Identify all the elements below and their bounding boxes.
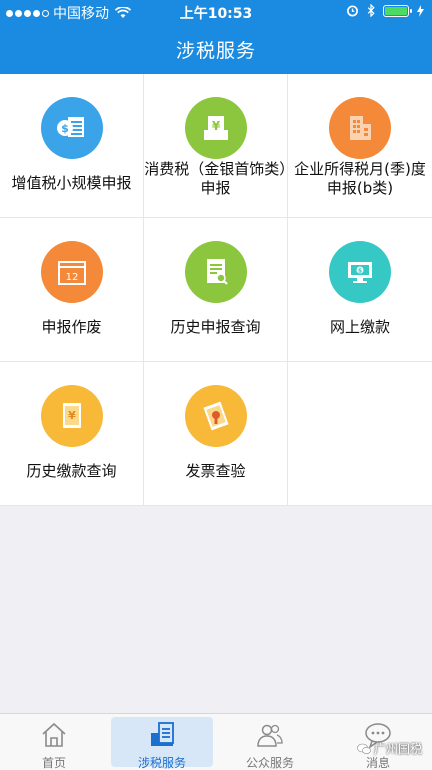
watermark: 广州国税 <box>357 740 422 757</box>
tab-tax-service[interactable]: 涉税服务 <box>108 714 216 770</box>
tab-home[interactable]: 首页 <box>0 714 108 770</box>
people-icon <box>257 724 283 747</box>
page-title: 涉税服务 <box>175 40 256 62</box>
service-label: 历史缴款查询 <box>26 462 117 480</box>
svg-text:$: $ <box>358 268 362 275</box>
invoice-stamp-icon <box>185 385 247 447</box>
wechat-icon <box>357 743 371 754</box>
service-vat-small-scale[interactable]: $ 增值税小规模申报 <box>0 74 144 218</box>
service-history-payment[interactable]: ¥ 历史缴款查询 <box>0 362 144 506</box>
home-icon <box>42 722 66 747</box>
service-online-payment[interactable]: $ 网上缴款 <box>288 218 432 362</box>
svg-text:¥: ¥ <box>68 409 76 422</box>
yen-tray-icon: ¥ <box>185 97 247 159</box>
coin-document-icon: $ <box>41 97 103 159</box>
calendar-icon: 12 <box>41 241 103 303</box>
service-consumption-tax[interactable]: ¥ 消费税（金银首饰类）申报 <box>144 74 288 218</box>
svg-text:¥: ¥ <box>212 119 221 133</box>
status-bar: 中国移动 上午10:53 <box>0 0 432 24</box>
service-label: 历史申报查询 <box>170 318 261 336</box>
service-label: 发票查验 <box>185 462 246 480</box>
service-corporate-income-tax[interactable]: 企业所得税月(季)度申报(b类) <box>288 74 432 218</box>
building-icon <box>329 97 391 159</box>
service-declaration-void[interactable]: 12 申报作废 <box>0 218 144 362</box>
service-label: 企业所得税月(季)度申报(b类) <box>294 160 426 197</box>
charging-icon <box>417 4 424 17</box>
svg-text:$: $ <box>61 122 69 135</box>
service-label: 消费税（金银首饰类）申报 <box>144 160 287 197</box>
tab-public-service[interactable]: 公众服务 <box>216 714 324 770</box>
yen-notebook-icon: ¥ <box>41 385 103 447</box>
tab-label: 首页 <box>41 756 66 770</box>
service-grid: $ 增值税小规模申报 ¥ 消费税（金银首饰类）申报 企业所得税月(季)度申报(b… <box>0 74 432 506</box>
app-header: 中国移动 上午10:53 涉税服务 <box>0 0 432 74</box>
service-history-declaration[interactable]: 历史申报查询 <box>144 218 288 362</box>
tab-label: 涉税服务 <box>137 756 186 770</box>
tab-label: 公众服务 <box>245 756 294 770</box>
service-invoice-check[interactable]: 发票查验 <box>144 362 288 506</box>
empty-cell <box>288 362 432 506</box>
alarm-icon <box>347 5 358 17</box>
watermark-text: 广州国税 <box>373 742 422 756</box>
service-label: 增值税小规模申报 <box>11 174 132 192</box>
tax-service-icon <box>151 722 174 746</box>
bluetooth-icon <box>367 4 375 17</box>
document-search-icon <box>185 241 247 303</box>
service-label: 网上缴款 <box>329 318 390 336</box>
svg-text:12: 12 <box>66 272 79 283</box>
monitor-payment-icon: $ <box>329 241 391 303</box>
status-right <box>346 4 424 17</box>
battery-icon <box>383 4 412 17</box>
service-label: 申报作废 <box>41 318 102 336</box>
